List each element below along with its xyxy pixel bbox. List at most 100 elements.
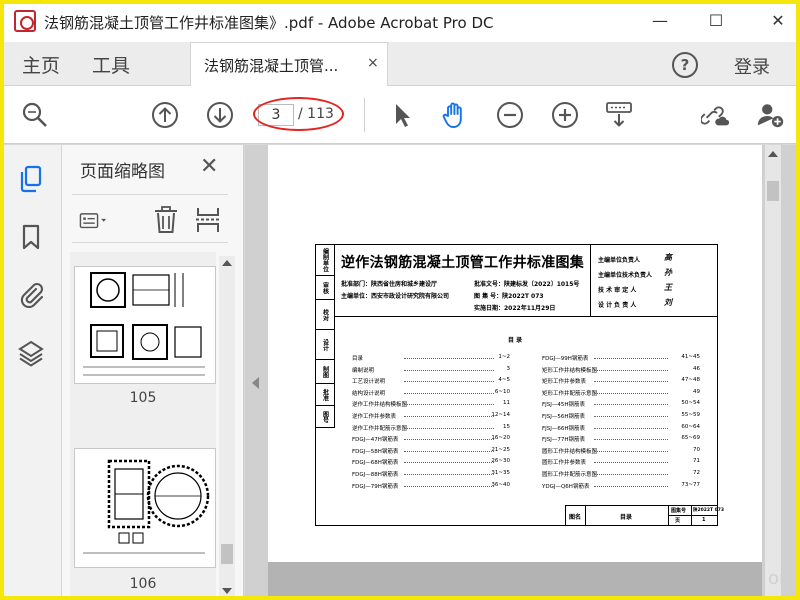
toc-entry-label: FDGJ—47H钢筋表 [352,437,399,444]
share-link-button[interactable] [701,100,731,130]
thumbnail-page-number: 105 [129,390,157,406]
login-button[interactable]: 登录 [734,53,770,79]
next-page-button[interactable] [205,100,235,130]
extract-pages-button[interactable] [193,205,223,235]
titleblock-line [668,515,718,516]
trash-icon [155,206,177,233]
minus-circle-icon [497,102,523,128]
document-tab-label: 法钢筋混凝土顶管... [204,57,339,75]
close-panel-button[interactable]: ✕ [200,154,218,179]
add-user-icon [757,104,784,128]
keyboard-down-arrow-icon [606,102,632,127]
toc-leader-dots [404,354,494,359]
toc-entry-pages: 3 [506,365,511,372]
scroll-thumb[interactable] [221,544,233,564]
side-label: 编制单位 [315,244,335,276]
hand-tool-button[interactable] [440,100,470,130]
page-thumbnails-rail-button[interactable] [17,165,45,193]
toc-entry-pages: 16~20 [491,435,510,442]
responsible-label: 主编单位负责人 [598,257,641,264]
approval-dept: 批准部门：陕西省住房和城乡建设厅 [341,281,438,288]
side-label: 审核 [315,276,335,300]
toc-leader-dots [404,447,494,452]
scroll-up-icon[interactable] [222,260,232,266]
thumbnail-page-105[interactable] [74,266,216,384]
document-scrollbar[interactable] [765,145,781,600]
close-window-button[interactable]: ✕ [766,8,790,32]
cursor-arrow-icon [396,104,410,127]
toc-entry-label: FJSJ—66H钢筋表 [542,425,586,432]
toc-leader-dots [594,458,668,464]
window-title: 法钢筋混凝土顶管工作井标准图集》.pdf - Adobe Acrobat Pro… [44,14,494,32]
add-user-button[interactable] [756,100,786,130]
left-navigation-rail [0,145,62,600]
toc-entry-label: 编制说明 [352,367,375,374]
responsible-label: 技 术 审 定 人 [598,287,637,294]
toc-leader-dots [594,366,668,371]
tab-home[interactable]: 主页 [22,51,60,78]
thumbnail-options-button[interactable] [79,206,109,236]
watermark-text: om [768,568,797,589]
minimize-button[interactable]: — [648,8,672,32]
attachments-rail-button[interactable] [17,280,45,308]
toc-entry-pages: 72 [693,470,700,476]
previous-page-arrow-icon[interactable] [252,377,259,389]
toc-entry-pages: 60~64 [681,423,700,430]
toc-entry-label: FDGJ—58H钢筋表 [352,448,399,455]
toc-entry-pages: 50~54 [681,400,700,407]
toc-entry-pages: 55~59 [681,412,700,418]
toc-entry-label: YDGJ—Q6H钢筋表 [542,483,590,490]
side-label: 批准 [315,384,335,406]
toc-entry-pages: 1~2 [498,354,510,360]
scroll-up-icon[interactable] [768,151,778,157]
zoom-in-button[interactable] [550,100,580,130]
keyboard-scroll-button[interactable] [604,100,634,130]
page-number-input[interactable]: 3 [258,104,294,126]
titleblock-label: 页 [675,518,681,524]
thumbnail-drawing [83,272,205,376]
tab-tools[interactable]: 工具 [92,51,130,78]
previous-page-button[interactable] [150,100,180,130]
responsible-label: 主编单位技术负责人 [598,272,653,279]
bookmarks-rail-button[interactable] [17,223,45,251]
toc-entry-label: 矩形工作井参数表 [542,379,587,386]
implementation-date: 实施日期：2022年11月29日 [474,305,556,312]
title-bar: 法钢筋混凝土顶管工作井标准图集》.pdf - Adobe Acrobat Pro… [0,0,800,42]
toc-entry-pages: 49 [693,388,700,395]
toc-leader-dots [404,470,494,475]
help-button[interactable]: ? [672,52,698,78]
toc-entry-pages: 21~25 [491,446,510,453]
zoom-out-button[interactable] [495,100,525,130]
side-label: 校对 [315,300,335,330]
scroll-thumb[interactable] [767,181,779,201]
plus-circle-icon [552,102,578,128]
thumbnail-scrollbar[interactable] [219,256,235,600]
toc-entry-pages: 73~77 [681,481,700,488]
thumbnail-list[interactable]: 105 106 [70,252,216,600]
sheet-title: 逆作法钢筋混凝土顶管工作井标准图集 [341,255,585,271]
titleblock-label: 图名 [569,514,582,521]
toc-entry-label: 圆形工作井配筋示意图 [542,472,598,478]
toc-entry-pages: 36~40 [491,481,510,488]
select-tool-button[interactable] [386,100,416,130]
toc-entry-label: FJSJ—56H钢筋表 [542,414,586,420]
thumbnail-page-106[interactable] [74,448,216,568]
toc-heading: 目 录 [508,337,523,344]
toc-leader-dots [594,435,668,441]
sheet-divider [590,244,591,316]
scroll-down-icon[interactable] [222,588,232,594]
acrobat-logo-icon [14,10,36,32]
toc-leader-dots [404,482,494,487]
maximize-button[interactable]: ☐ [704,8,728,32]
toc-leader-dots [594,389,668,394]
close-document-tab-button[interactable]: × [367,55,379,71]
search-button[interactable] [20,100,50,130]
search-icon [22,102,47,127]
paperclip-icon [20,282,44,308]
sheet-divider [335,316,718,317]
tab-document[interactable]: 法钢筋混凝土顶管... × [190,42,388,86]
toc-entry-label: FJSJ—45H钢筋表 [542,402,586,409]
toc-entry-label: 逆作工作井结构模板图 [352,402,408,409]
delete-page-button[interactable] [151,205,181,235]
layers-rail-button[interactable] [17,339,45,367]
